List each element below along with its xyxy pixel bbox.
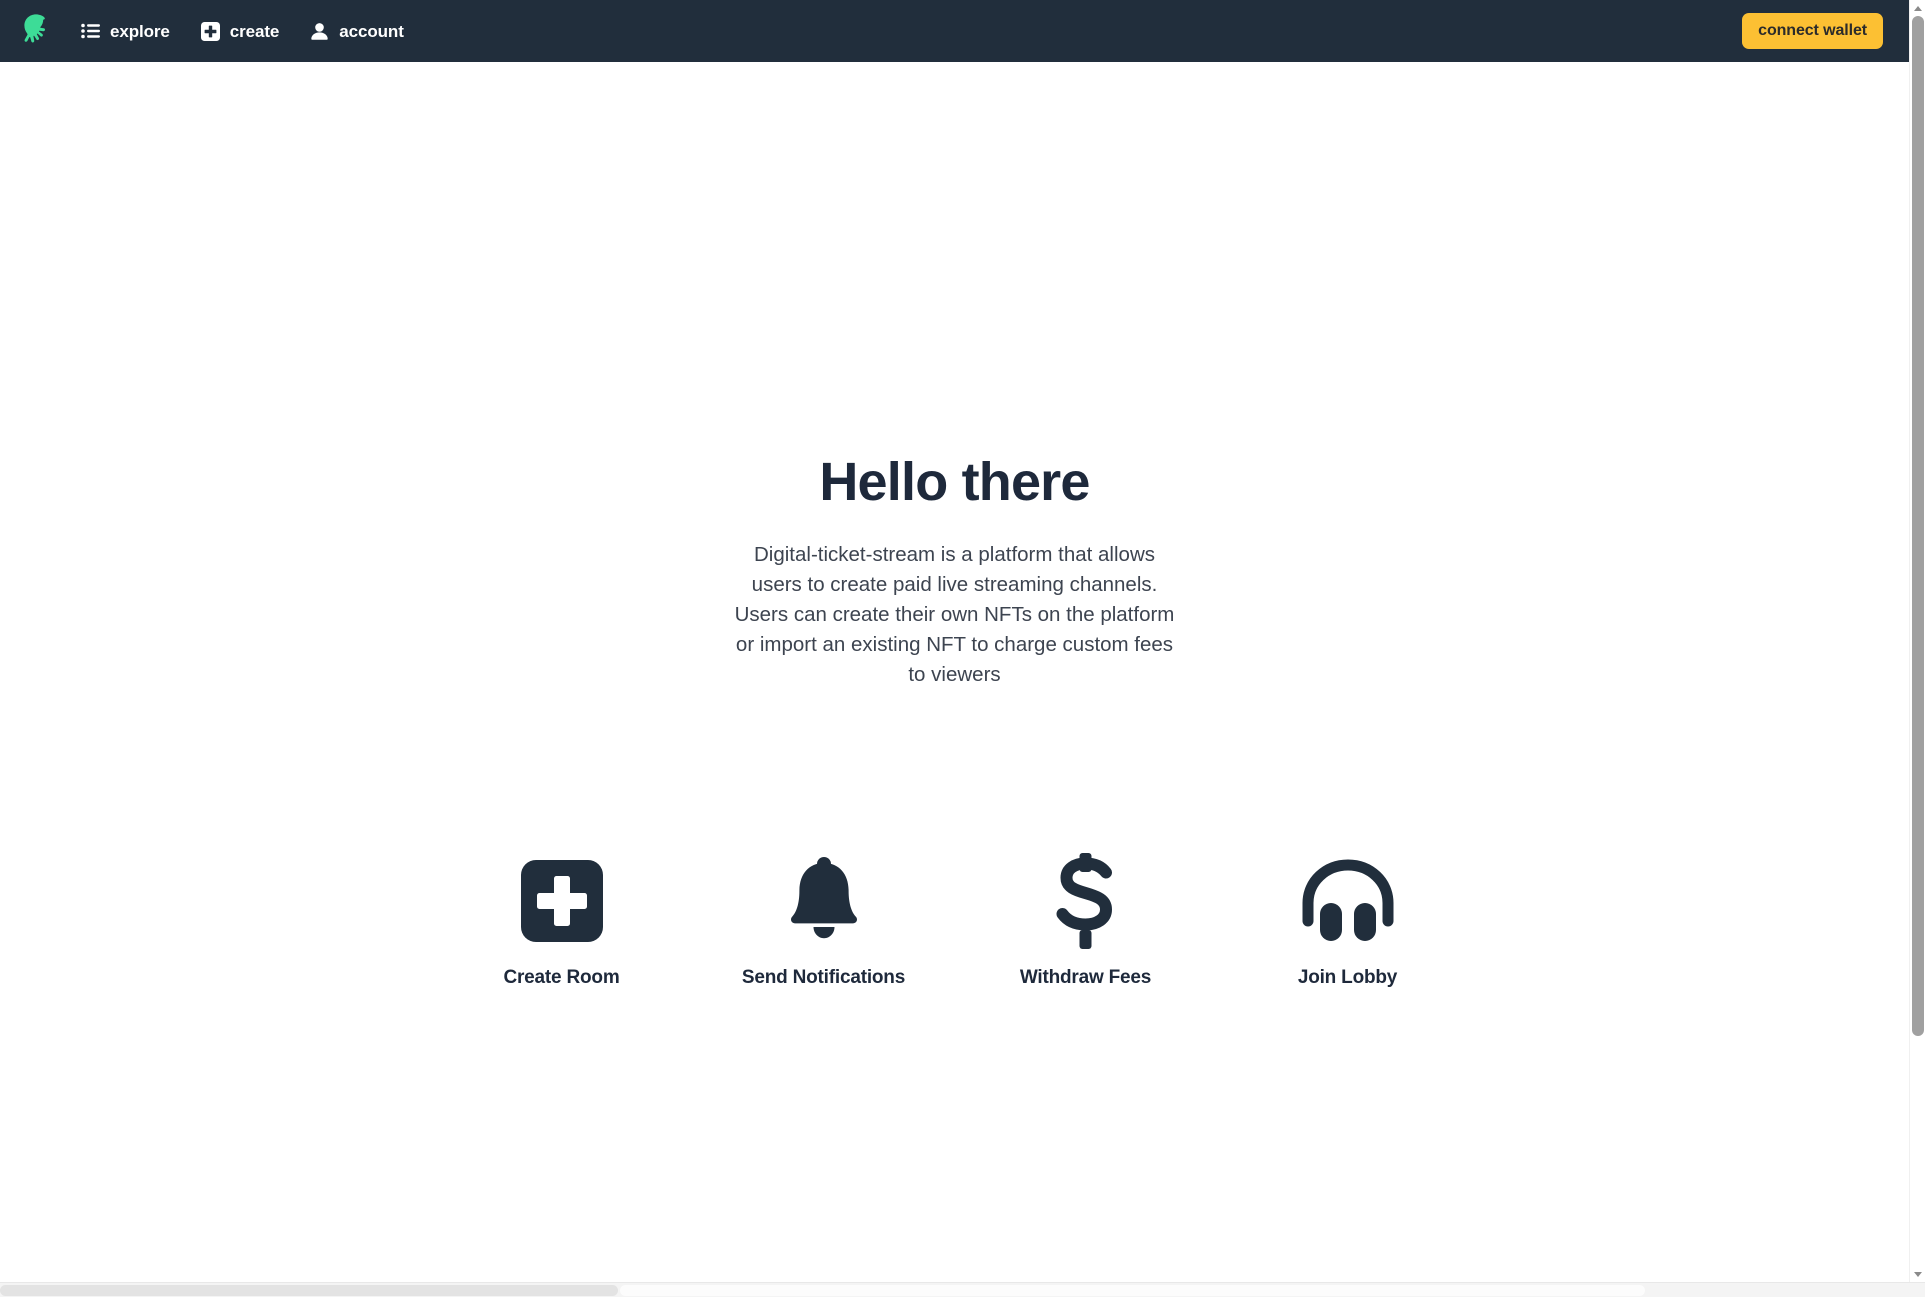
nav-label-account: account: [339, 21, 404, 41]
horizontal-scrollbar[interactable]: [0, 1282, 1925, 1297]
person-icon: [309, 21, 330, 42]
nav-label-create: create: [229, 21, 280, 41]
octopus-logo-icon[interactable]: [14, 8, 58, 54]
nav-item-account[interactable]: account: [309, 11, 404, 51]
page-title: Hello there: [819, 452, 1090, 512]
main-content: Hello there Digital-ticket-stream is a p…: [0, 62, 1909, 1284]
list-icon: [80, 21, 101, 42]
nav-item-create[interactable]: create: [200, 11, 280, 51]
plus-square-icon: [200, 21, 221, 42]
action-join-lobby[interactable]: Join Lobby: [1263, 849, 1433, 989]
action-shortcuts: Create Room Send Notifications Withdraw …: [0, 849, 1909, 989]
dollar-sign-icon: [1051, 849, 1121, 953]
action-label-create-room: Create Room: [503, 967, 620, 988]
action-create-room[interactable]: Create Room: [477, 849, 647, 989]
vertical-scrollbar-thumb[interactable]: [1912, 16, 1924, 1036]
scroll-down-arrow-icon[interactable]: [1910, 1266, 1925, 1282]
action-send-notifications[interactable]: Send Notifications: [739, 849, 909, 989]
nav-label-explore: explore: [110, 21, 170, 41]
vertical-scrollbar[interactable]: [1909, 0, 1925, 1282]
hero-section: Hello there Digital-ticket-stream is a p…: [0, 452, 1909, 690]
connect-wallet-button[interactable]: connect wallet: [1742, 13, 1883, 49]
top-navigation-bar: explore create account connect wallet: [0, 0, 1909, 62]
horizontal-scrollbar-track-left: [0, 1285, 618, 1296]
action-label-withdraw-fees: Withdraw Fees: [1019, 967, 1152, 988]
hero-description: Digital-ticket-stream is a platform that…: [734, 543, 1175, 687]
bell-icon: [781, 849, 867, 953]
nav-item-explore[interactable]: explore: [80, 11, 170, 51]
action-label-join-lobby: Join Lobby: [1297, 967, 1398, 988]
nav-links: explore create account: [80, 11, 404, 51]
scroll-up-arrow-icon[interactable]: [1910, 0, 1925, 16]
action-label-send-notifications: Send Notifications: [741, 967, 906, 988]
horizontal-scrollbar-thumb[interactable]: [620, 1285, 1645, 1296]
headphones-icon: [1300, 849, 1396, 953]
plus-square-icon: [519, 849, 605, 953]
action-withdraw-fees[interactable]: Withdraw Fees: [1001, 849, 1171, 989]
